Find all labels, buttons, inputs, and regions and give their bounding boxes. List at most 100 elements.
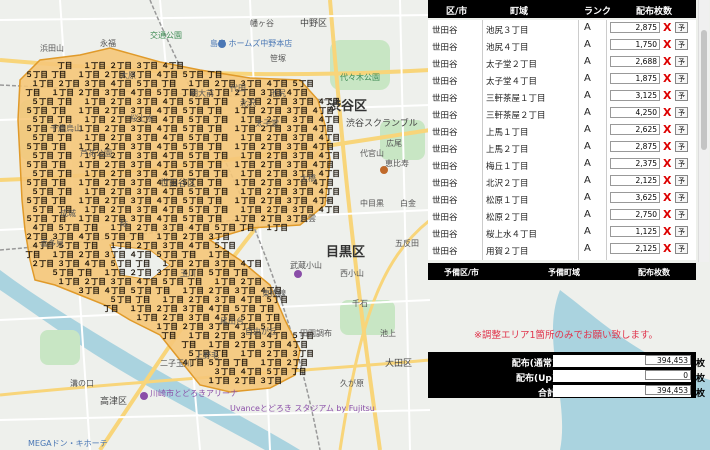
reserve-header-count: 配布枚数 bbox=[638, 268, 670, 277]
scrollbar-thumb[interactable] bbox=[701, 30, 707, 150]
reserve-button[interactable]: 予 bbox=[675, 90, 688, 101]
count-input[interactable]: 2,750 bbox=[610, 209, 660, 220]
reserve-button[interactable]: 予 bbox=[675, 22, 688, 33]
poi-marker-orange[interactable] bbox=[380, 166, 388, 174]
area-label-texture: ４丁目 bbox=[161, 169, 184, 178]
reserve-button[interactable]: 予 bbox=[675, 158, 688, 169]
table-row[interactable]: 世田谷 池尻３丁目 A 2,875 X 予 bbox=[428, 20, 696, 38]
table-row[interactable]: 世田谷 用賀２丁目 A 2,125 X 予 bbox=[428, 241, 696, 259]
area-label-texture: ２丁目 bbox=[129, 268, 152, 277]
count-input[interactable]: 2,875 bbox=[610, 22, 660, 33]
table-row[interactable]: 世田谷 桜上水４丁目 A 1,125 X 予 bbox=[428, 224, 696, 242]
reserve-button[interactable]: 予 bbox=[675, 175, 688, 186]
delete-icon[interactable]: X bbox=[663, 72, 671, 85]
table-row[interactable]: 世田谷 上馬１丁目 A 2,625 X 予 bbox=[428, 122, 696, 140]
area-label-texture: ４丁目 bbox=[239, 367, 261, 376]
table-row[interactable]: 世田谷 松原１丁目 A 3,625 X 予 bbox=[428, 190, 696, 208]
map-label-sasazuka: 笹塚 bbox=[270, 54, 286, 63]
area-label-texture: ３丁目 bbox=[57, 259, 79, 268]
area-label-texture: １丁目 bbox=[239, 133, 261, 142]
count-input[interactable]: 2,875 bbox=[610, 141, 660, 152]
count-input[interactable]: 1,750 bbox=[610, 39, 660, 50]
count-input[interactable]: 2,688 bbox=[610, 56, 660, 67]
poi-marker-purple[interactable] bbox=[294, 270, 302, 278]
cell-rank: A bbox=[584, 175, 591, 186]
area-label-texture: ４丁目 bbox=[317, 115, 340, 124]
delete-icon[interactable]: X bbox=[663, 208, 671, 221]
table-row[interactable]: 世田谷 上馬２丁目 A 2,875 X 予 bbox=[428, 139, 696, 157]
count-input[interactable]: 2,125 bbox=[610, 175, 660, 186]
area-label-texture: １丁目 bbox=[233, 178, 256, 187]
table-row[interactable]: 世田谷 太子堂４丁目 A 1,875 X 予 bbox=[428, 71, 696, 89]
table-row[interactable]: 世田谷用賀３丁目A2,375X予 bbox=[428, 258, 696, 260]
delete-icon[interactable]: X bbox=[663, 242, 671, 255]
delete-icon[interactable]: X bbox=[663, 157, 671, 170]
reserve-button[interactable]: 予 bbox=[675, 226, 688, 237]
poi-marker-arena[interactable] bbox=[140, 392, 148, 400]
table-row[interactable]: 世田谷 松原２丁目 A 2,750 X 予 bbox=[428, 207, 696, 225]
delete-icon[interactable]: X bbox=[663, 21, 671, 34]
delete-icon[interactable]: X bbox=[663, 259, 671, 260]
area-label-texture: １丁目 bbox=[77, 214, 100, 223]
delete-icon[interactable]: X bbox=[663, 225, 671, 238]
area-label-texture: １丁目 bbox=[207, 340, 230, 349]
area-label-texture: 丁目 bbox=[259, 304, 274, 313]
table-scrollbar[interactable] bbox=[698, 0, 709, 262]
area-label-texture: ３丁目 bbox=[135, 187, 158, 196]
count-input[interactable]: 2,125 bbox=[610, 243, 660, 254]
reserve-button[interactable]: 予 bbox=[675, 124, 688, 135]
map-label-futako: 二子玉川 bbox=[160, 359, 192, 368]
reserve-button[interactable]: 予 bbox=[675, 141, 688, 152]
reserve-button[interactable]: 予 bbox=[675, 243, 688, 254]
reserve-button[interactable]: 予 bbox=[675, 56, 688, 67]
area-label-texture: 丁目 bbox=[57, 169, 72, 178]
table-row[interactable]: 世田谷 池尻４丁目 A 1,750 X 予 bbox=[428, 37, 696, 55]
delete-icon[interactable]: X bbox=[663, 55, 671, 68]
map-label-sengoku: 千石 bbox=[352, 299, 368, 308]
count-input[interactable]: 1,875 bbox=[610, 73, 660, 84]
area-label-texture: ４丁目 bbox=[317, 169, 340, 178]
delete-icon[interactable]: X bbox=[663, 89, 671, 102]
reserve-button[interactable]: 予 bbox=[675, 39, 688, 50]
map-label-mizonokuchi: 溝の口 bbox=[70, 379, 94, 388]
count-input[interactable]: 2,625 bbox=[610, 124, 660, 135]
area-label-texture: 丁目 bbox=[207, 214, 222, 223]
table-row[interactable]: 世田谷 北沢２丁目 A 2,125 X 予 bbox=[428, 173, 696, 191]
table-header: 区/市 町域 ランク 配布枚数 bbox=[428, 0, 696, 18]
delete-icon[interactable]: X bbox=[663, 38, 671, 51]
table-row[interactable]: 世田谷 三軒茶屋２丁目 A 4,250 X 予 bbox=[428, 105, 696, 123]
count-input[interactable]: 4,250 bbox=[610, 107, 660, 118]
cell-rank: A bbox=[584, 209, 591, 220]
delete-icon[interactable]: X bbox=[663, 140, 671, 153]
reserve-button[interactable]: 予 bbox=[675, 209, 688, 220]
count-input[interactable]: 1,125 bbox=[610, 226, 660, 237]
reserve-button[interactable]: 予 bbox=[675, 73, 688, 84]
map-label-denenchofu: 田園調布 bbox=[300, 329, 332, 338]
area-label-texture: ２丁目 bbox=[103, 106, 126, 115]
reserve-button[interactable]: 予 bbox=[675, 192, 688, 203]
table-row[interactable]: 世田谷 太子堂２丁目 A 2,688 X 予 bbox=[428, 54, 696, 72]
cell-rank: A bbox=[584, 90, 591, 101]
count-input[interactable]: 3,625 bbox=[610, 192, 660, 203]
area-label-texture: ４丁目 bbox=[317, 133, 340, 142]
reserve-button[interactable]: 予 bbox=[675, 107, 688, 118]
area-label-texture: ２丁目 bbox=[265, 151, 288, 160]
area-label-texture: 丁目 bbox=[57, 133, 72, 142]
table-row[interactable]: 世田谷 三軒茶屋１丁目 A 3,125 X 予 bbox=[428, 88, 696, 106]
table-body[interactable]: 世田谷 池尻３丁目 A 2,875 X 予世田谷 池尻４丁目 A 1,750 X 予世田谷 太子堂２丁… bbox=[428, 20, 696, 260]
area-label-texture: ５丁目 bbox=[187, 115, 210, 124]
area-label-texture: ３丁目 bbox=[213, 295, 236, 304]
count-input[interactable]: 2,375 bbox=[610, 158, 660, 169]
cell-rank: A bbox=[584, 39, 591, 50]
map-label-takatsu: 高津区 bbox=[100, 397, 128, 407]
table-row[interactable]: 世田谷 梅丘１丁目 A 2,375 X 予 bbox=[428, 156, 696, 174]
delete-icon[interactable]: X bbox=[663, 106, 671, 119]
count-input[interactable]: 3,125 bbox=[610, 90, 660, 101]
delete-icon[interactable]: X bbox=[663, 191, 671, 204]
area-label-texture: ４丁目 bbox=[155, 160, 178, 169]
delete-icon[interactable]: X bbox=[663, 123, 671, 136]
delete-icon[interactable]: X bbox=[663, 174, 671, 187]
area-label-texture: ２丁目 bbox=[135, 241, 158, 250]
area-label-texture: 丁目 bbox=[207, 70, 222, 79]
poi-marker-blue[interactable] bbox=[218, 40, 226, 48]
